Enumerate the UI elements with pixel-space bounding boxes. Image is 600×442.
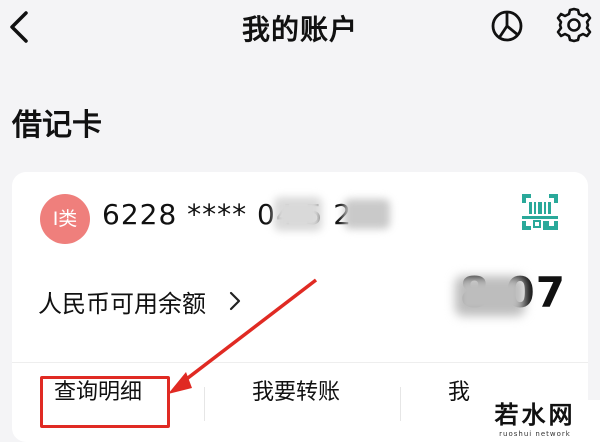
pie-chart-icon[interactable] bbox=[490, 9, 524, 43]
transfer-button[interactable]: 我要转账 bbox=[252, 374, 340, 406]
qr-code-icon[interactable] bbox=[520, 192, 560, 232]
card-type-badge: I类 bbox=[40, 194, 90, 244]
highlight-box bbox=[40, 376, 170, 428]
gear-icon[interactable] bbox=[555, 6, 593, 44]
divider bbox=[12, 362, 588, 363]
balance-label[interactable]: 人民币可用余额 bbox=[38, 284, 206, 319]
chevron-right-icon[interactable] bbox=[227, 290, 243, 312]
separator bbox=[204, 387, 205, 421]
separator bbox=[400, 387, 401, 421]
more-action-button[interactable]: 我 bbox=[448, 374, 470, 406]
section-title-debit-card: 借记卡 bbox=[12, 108, 102, 143]
redaction-blur bbox=[344, 199, 390, 229]
redaction-blur bbox=[274, 197, 322, 231]
top-bar: 我的账户 bbox=[0, 0, 600, 62]
redaction-blur bbox=[455, 276, 525, 316]
watermark-text: 若水网 bbox=[494, 401, 576, 429]
watermark-logo: 若水网 ruoshui network bbox=[470, 400, 600, 442]
watermark-subtext: ruoshui network bbox=[499, 430, 571, 438]
